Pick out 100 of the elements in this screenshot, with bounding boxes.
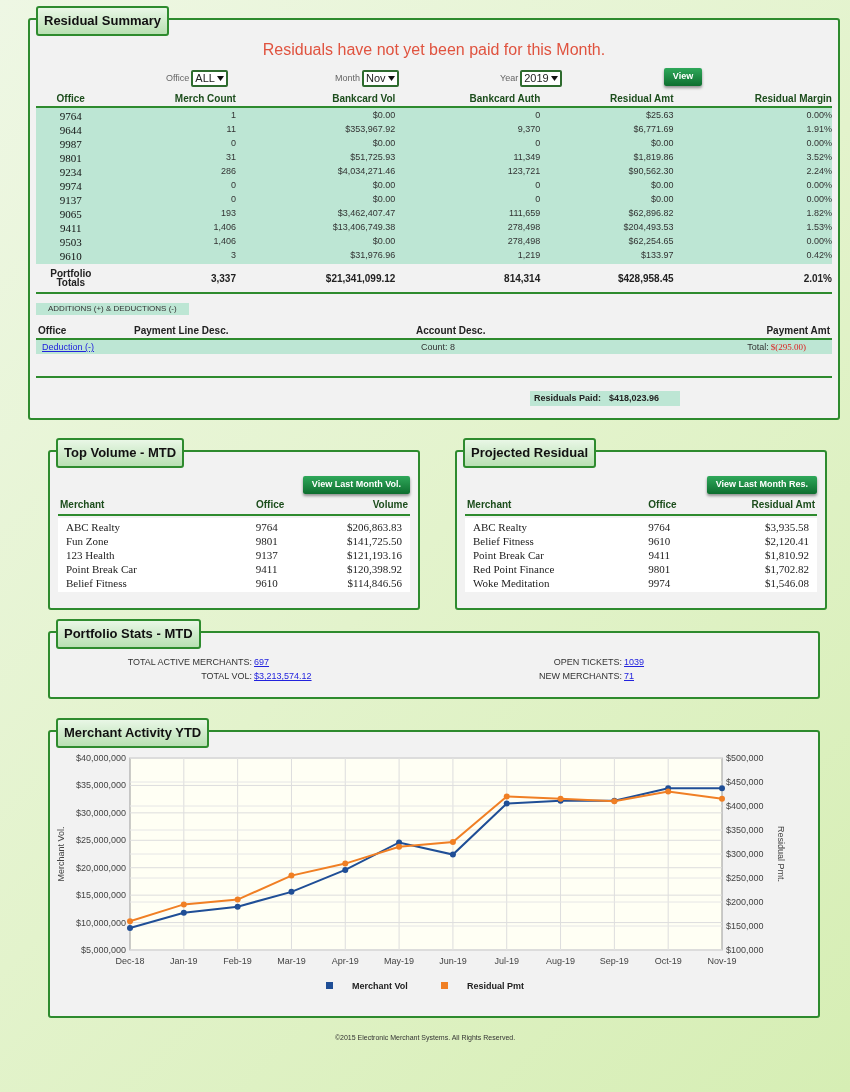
column-header: Residual Amt: [609, 91, 674, 106]
table-cell-text: $13,406,749.38: [331, 221, 396, 235]
y-axis-label: $150,000: [726, 921, 764, 931]
table-cell-text: 3: [229, 249, 236, 263]
table-cell-text: 123 Health: [66, 547, 116, 563]
table-cell-text: $353,967.92: [344, 123, 396, 137]
residuals-paid-label: Residuals Paid:: [534, 391, 602, 405]
table-cell-text: Point Break Car: [473, 547, 545, 563]
table-cell-text: 9974: [58, 178, 83, 194]
table-cell-text: 111,659: [508, 207, 541, 221]
table-cell-text: 11: [225, 123, 236, 137]
table-cell-text: 9503: [58, 234, 83, 250]
panel-title: Merchant Activity YTD: [56, 718, 210, 748]
x-axis-label: Jan-19: [170, 956, 198, 966]
table-cell-text: Fun Zone: [66, 533, 110, 549]
total-cell-text: $21,341,099.12: [324, 271, 396, 286]
y-axis-label: $5,000,000: [80, 945, 126, 955]
section-heading: ADDITIONS (+) & DEDUCTIONS (-): [36, 303, 189, 315]
column-header: Account Desc.: [416, 324, 486, 338]
x-axis-label: Jul-19: [494, 956, 519, 966]
table-cell-text: $3,462,407.47: [336, 207, 396, 221]
column-header: Payment Line Desc.: [134, 324, 229, 338]
y-axis-label: $10,000,000: [75, 917, 126, 928]
x-axis-label: Feb-19: [223, 956, 252, 966]
column-header: Residual Margin: [753, 91, 832, 106]
column-header: Payment Amt: [766, 324, 830, 338]
column-header: Bankcard Vol: [331, 91, 396, 106]
stat-label: OPEN TICKETS:: [553, 657, 622, 667]
y-axis-label: $30,000,000: [75, 807, 126, 818]
x-axis-label: Dec-18: [115, 956, 145, 966]
panel-title: Portfolio Stats - MTD: [56, 619, 201, 649]
table-cell-text: 9801: [254, 533, 279, 549]
table-cell-text: $204,493.53: [622, 221, 674, 235]
y-axis-label: $15,000,000: [75, 890, 126, 901]
table-cell-text: $90,562.30: [627, 165, 674, 179]
table-cell-text: Woke Meditation: [473, 575, 551, 591]
table-cell-text: Red Point Finance: [473, 561, 556, 577]
table-cell-text: 9801: [647, 561, 672, 577]
table-cell-text: 9065: [58, 206, 83, 222]
table-cell-text: 0.00%: [805, 137, 832, 151]
filter-label: Month: [335, 71, 360, 85]
table-cell-text: 0: [229, 179, 236, 193]
total-amount: $(295.00): [770, 341, 806, 354]
table-cell-text: 9137: [254, 547, 279, 563]
y-axis-title: Residual Pmt.: [776, 826, 786, 882]
notice-text: Residuals have not yet been paid for this Month.: [261, 40, 607, 60]
table-cell-text: $0.00: [371, 137, 396, 151]
table-cell-text: 0: [534, 193, 541, 207]
table-cell-text: $25.63: [645, 109, 674, 123]
column-header: Residual Amt: [750, 497, 815, 512]
x-axis-label: May-19: [384, 956, 415, 966]
table-cell-text: 0.00%: [805, 109, 832, 123]
count-text: Count: 8: [421, 341, 456, 354]
x-axis-label: Apr-19: [331, 956, 359, 966]
table-cell-text: $3,935.58: [764, 519, 809, 535]
table-cell-text: 9764: [647, 519, 672, 535]
table-cell-text: 9,370: [516, 123, 541, 137]
table-cell-text: 278,498: [506, 235, 541, 249]
table-cell-text: 1.82%: [805, 207, 832, 221]
table-cell-text: 9974: [647, 575, 672, 591]
y-axis-title: Merchant Vol.: [56, 826, 66, 882]
panel-title: Projected Residual: [463, 438, 597, 468]
table-cell-text: 193: [219, 207, 236, 221]
x-axis-label: Aug-19: [546, 956, 576, 966]
table-cell-text: 9234: [58, 164, 83, 180]
legend-label: Residual Pmt: [467, 981, 524, 991]
table-cell-text: $62,254.65: [627, 235, 674, 249]
table-cell-text: 1: [229, 109, 236, 123]
table-cell-text: 9610: [254, 575, 279, 591]
table-cell-text: 0.00%: [805, 235, 832, 249]
table-cell-text: 9610: [647, 533, 672, 549]
table-cell-text: 1.91%: [805, 123, 832, 137]
table-cell-text: $1,819.86: [632, 151, 674, 165]
table-cell-text: $114,846.56: [346, 575, 402, 591]
table-cell-text: 9411: [58, 220, 83, 236]
table-cell-text: Belief Fitness: [66, 575, 128, 591]
filter-label: Year: [500, 71, 519, 85]
table-cell-text: ABC Realty: [473, 519, 529, 535]
table-cell-text: $0.00: [371, 179, 396, 193]
table-cell-text: 9764: [58, 108, 83, 124]
filter-label: Office: [166, 71, 190, 85]
table-cell-text: 1,406: [212, 221, 236, 235]
table-cell-text: $6,771.69: [632, 123, 674, 137]
table-cell-text: $1,702.82: [764, 561, 809, 577]
table-cell-text: 9801: [58, 150, 83, 166]
table-cell-text: 9764: [254, 519, 279, 535]
residuals-paid-value: $418,023.96: [609, 391, 660, 405]
table-cell-text: $31,976.96: [349, 249, 396, 263]
table-cell-text: 1.53%: [805, 221, 832, 235]
table-cell-text: $1,810.92: [764, 547, 809, 563]
stat-label: TOTAL ACTIVE MERCHANTS:: [127, 657, 252, 667]
table-cell-text: $51,725.93: [349, 151, 396, 165]
table-cell-text: 11,349: [512, 151, 541, 165]
table-cell-text: $141,725.50: [346, 533, 402, 549]
table-cell-text: 9411: [647, 547, 672, 563]
table-cell-text: $0.00: [650, 137, 674, 151]
table-cell-text: 2.24%: [805, 165, 832, 179]
column-header: Office: [55, 91, 86, 106]
y-axis-label: $40,000,000: [75, 753, 126, 763]
table-cell-text: $206,863.83: [346, 519, 402, 535]
